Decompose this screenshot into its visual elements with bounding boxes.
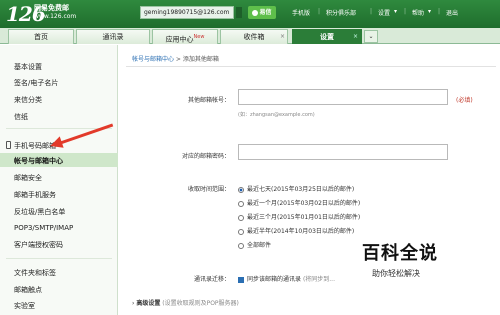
sidebar-item-touchpoints[interactable]: 邮箱触点 xyxy=(14,285,42,295)
tab-app-center[interactable]: 应用中心New xyxy=(152,29,218,44)
sync-contacts-checkbox[interactable]: 同步该邮箱的通讯录 (将同步到... xyxy=(238,274,335,283)
radio-icon[interactable] xyxy=(238,200,244,207)
logout-link[interactable]: 退出 xyxy=(446,8,458,17)
other-account-label: 其他邮箱帐号： xyxy=(187,97,230,104)
help-dropdown-icon[interactable]: ▾ xyxy=(428,8,431,15)
top-header: 126 网易免费邮 www.126.com geming19890715@126… xyxy=(0,0,500,28)
range-option-6months[interactable]: 最近半年(2014年10月03日以后的邮件) xyxy=(238,226,354,235)
account-dropdown-icon[interactable] xyxy=(236,7,242,18)
radio-selected-icon[interactable] xyxy=(238,186,244,193)
settings-dropdown-icon[interactable]: ▾ xyxy=(394,8,397,15)
sidebar-item-basic[interactable]: 基本设置 xyxy=(14,62,42,72)
divider xyxy=(126,66,496,67)
sidebar-item-accounts[interactable]: 帐号与邮箱中心 xyxy=(14,156,63,166)
close-icon[interactable]: × xyxy=(280,33,285,40)
radio-icon[interactable] xyxy=(238,228,244,235)
yixin-button[interactable]: 易信 xyxy=(248,6,276,19)
points-club-link[interactable]: 积分俱乐部 xyxy=(326,8,356,17)
password-label: 对应的邮箱密码： xyxy=(181,153,230,160)
radio-icon[interactable] xyxy=(238,214,244,221)
yixin-icon xyxy=(252,9,259,16)
logo-text: 网易免费邮 xyxy=(34,4,69,12)
checkbox-checked-icon[interactable] xyxy=(238,276,244,283)
range-option-7days[interactable]: 最近七天(2015年03月25日以后的邮件) xyxy=(238,184,354,193)
help-link[interactable]: 帮助 xyxy=(412,8,424,17)
range-option-1month[interactable]: 最近一个月(2015年03月02日以后的邮件) xyxy=(238,198,360,207)
phone-icon xyxy=(6,141,11,149)
advanced-settings-toggle[interactable]: › 高级设置 (设置收取规则及POP服务器) xyxy=(132,298,239,307)
tab-contacts[interactable]: 通讯录 xyxy=(76,29,150,44)
mobile-link[interactable]: 手机版 xyxy=(292,8,310,17)
range-label: 收取时间范围： xyxy=(187,186,230,193)
sidebar-item-mobile-service[interactable]: 邮箱手机服务 xyxy=(14,190,56,200)
watermark-subtitle: 助你轻松解决 xyxy=(372,269,420,278)
sidebar-item-antispam[interactable]: 反垃圾/黑白名单 xyxy=(14,207,65,217)
breadcrumb-parent[interactable]: 帐号与邮箱中心 xyxy=(132,56,174,63)
close-icon[interactable]: × xyxy=(353,33,358,40)
sidebar-item-filter[interactable]: 来信分类 xyxy=(14,95,42,105)
account-selector[interactable]: geming19890715@126.com xyxy=(140,6,234,19)
contacts-label: 通讯录迁移： xyxy=(193,276,230,283)
sidebar-item-security[interactable]: 邮箱安全 xyxy=(14,173,42,183)
sidebar-item-signature[interactable]: 签名/电子名片 xyxy=(14,78,58,88)
tab-settings[interactable]: 设置 xyxy=(292,29,362,44)
required-note: (必填) xyxy=(456,97,473,104)
range-option-3months[interactable]: 最近三个月(2015年01月01日以后的邮件) xyxy=(238,212,360,221)
sidebar-item-pop3[interactable]: POP3/SMTP/IMAP xyxy=(14,224,73,232)
other-account-input[interactable] xyxy=(238,89,448,105)
range-option-all[interactable]: 全部邮件 xyxy=(238,240,271,249)
breadcrumb-current: 添加其他邮箱 xyxy=(182,56,219,63)
sidebar-item-lab[interactable]: 实验室 xyxy=(14,301,35,311)
tab-home[interactable]: 首页 xyxy=(8,29,74,44)
password-input[interactable] xyxy=(238,144,448,160)
sidebar-item-folders[interactable]: 文件夹和标签 xyxy=(14,268,56,278)
logo-url: www.126.com xyxy=(34,13,77,20)
sidebar-item-stationery[interactable]: 信纸 xyxy=(14,112,28,122)
breadcrumb: 帐号与邮箱中心 > 添加其他邮箱 xyxy=(132,56,219,63)
watermark-title: 百科全说 xyxy=(362,243,438,264)
settings-link[interactable]: 设置 xyxy=(378,8,390,17)
sidebar-divider xyxy=(6,258,112,259)
radio-icon[interactable] xyxy=(238,242,244,249)
tab-inbox[interactable]: 收件箱 xyxy=(220,29,288,44)
example-hint: (如：zhangsan@example.com) xyxy=(238,112,315,118)
more-tabs-button[interactable]: ⌄ xyxy=(364,30,378,43)
sidebar-item-client-password[interactable]: 客户端授权密码 xyxy=(14,240,63,250)
